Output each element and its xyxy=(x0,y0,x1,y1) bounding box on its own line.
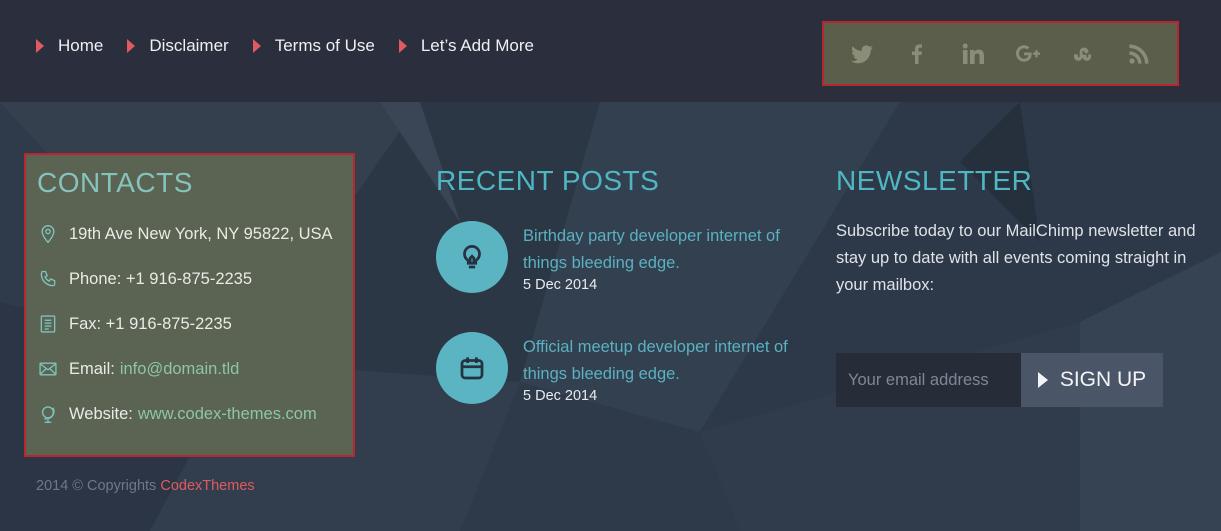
arrow-right-icon xyxy=(36,39,44,53)
website-link[interactable]: www.codex-themes.com xyxy=(138,405,317,424)
recent-posts-section: RECENT POSTS Birthday party developer in… xyxy=(436,165,816,404)
globe-icon xyxy=(37,403,59,425)
email-label: Email: xyxy=(69,359,115,378)
sign-up-label: SIGN UP xyxy=(1059,368,1147,391)
brand-link[interactable]: CodexThemes xyxy=(160,478,254,494)
newsletter-title: NEWSLETTER xyxy=(836,165,1033,196)
contact-website: Website: www.codex-themes.com xyxy=(37,403,317,425)
google-plus-icon[interactable] xyxy=(1015,41,1041,67)
post-body: Official meetup developer internet of th… xyxy=(523,334,813,404)
copyright-text: 2014 © Copyrights xyxy=(36,478,157,494)
stumbleupon-icon[interactable] xyxy=(1071,41,1097,67)
nav-label: Home xyxy=(58,36,104,55)
map-pin-icon xyxy=(37,223,59,245)
arrow-right-icon xyxy=(252,39,261,53)
newsletter-form: SIGN UP xyxy=(836,353,1163,407)
contact-fax: Fax: +1 916-875-2235 xyxy=(37,313,232,335)
top-bar: Home Disclaimer Terms of Use Let’s Add M… xyxy=(0,0,1221,102)
post-title-link[interactable]: Official meetup developer internet of th… xyxy=(523,334,813,388)
linkedin-icon[interactable] xyxy=(960,41,986,67)
nav-item-home[interactable]: Home xyxy=(36,36,103,56)
phone-text: Phone: +1 916-875-2235 xyxy=(69,269,253,288)
email-link[interactable]: info@domain.tld xyxy=(120,360,239,379)
newsletter-section: NEWSLETTER Subscribe today to our MailCh… xyxy=(836,165,1206,407)
sign-up-button[interactable]: SIGN UP xyxy=(1021,353,1163,407)
twitter-icon[interactable] xyxy=(849,41,875,67)
email-input[interactable] xyxy=(836,353,1021,407)
nav-label: Terms of Use xyxy=(274,36,375,55)
nav-item-add-more[interactable]: Let’s Add More xyxy=(398,36,534,56)
contact-address: 19th Ave New York, NY 95822, USA xyxy=(37,223,333,245)
document-icon xyxy=(37,313,59,335)
nav-item-disclaimer[interactable]: Disclaimer xyxy=(127,36,229,56)
recent-posts-title: RECENT POSTS xyxy=(436,165,660,196)
copyright: 2014 © Copyrights CodexThemes xyxy=(36,478,255,494)
newsletter-description: Subscribe today to our MailChimp newslet… xyxy=(836,222,1196,294)
arrow-right-icon xyxy=(127,39,136,53)
facebook-icon[interactable] xyxy=(904,41,930,67)
play-arrow-icon xyxy=(1037,372,1048,388)
envelope-icon xyxy=(37,358,59,380)
lightbulb-icon[interactable] xyxy=(436,221,508,293)
contact-phone: Phone: +1 916-875-2235 xyxy=(37,268,252,290)
post-body: Birthday party developer internet of thi… xyxy=(523,223,813,293)
nav-item-terms[interactable]: Terms of Use xyxy=(252,36,375,56)
post-item: Official meetup developer internet of th… xyxy=(436,332,813,404)
arrow-right-icon xyxy=(398,39,407,53)
phone-icon xyxy=(37,268,59,290)
calendar-icon[interactable] xyxy=(436,332,508,404)
contacts-title: CONTACTS xyxy=(37,167,193,198)
post-date: 5 Dec 2014 xyxy=(523,277,598,293)
address-text: 19th Ave New York, NY 95822, USA xyxy=(69,224,333,243)
post-item: Birthday party developer internet of thi… xyxy=(436,221,813,293)
post-date: 5 Dec 2014 xyxy=(523,388,598,404)
nav-label: Disclaimer xyxy=(149,36,229,55)
rss-icon[interactable] xyxy=(1126,41,1152,67)
footer-nav: Home Disclaimer Terms of Use Let’s Add M… xyxy=(36,36,558,56)
contacts-section: CONTACTS 19th Ave New York, NY 95822, US… xyxy=(24,153,355,457)
post-title-link[interactable]: Birthday party developer internet of thi… xyxy=(523,223,813,277)
fax-text: Fax: +1 916-875-2235 xyxy=(69,314,232,333)
contact-email: Email: info@domain.tld xyxy=(37,358,239,380)
nav-label: Let’s Add More xyxy=(420,36,534,55)
social-links xyxy=(822,21,1179,86)
website-label: Website: xyxy=(69,404,133,423)
